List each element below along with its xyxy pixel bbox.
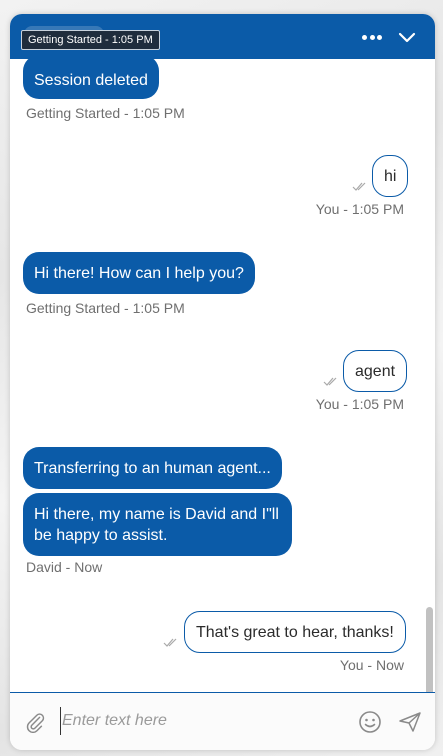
message-meta: Getting Started - 1:05 PM <box>26 105 185 121</box>
message-input[interactable] <box>60 707 350 735</box>
agent-message: Transferring to an human agent... <box>23 447 282 489</box>
message-meta: You - 1:05 PM <box>315 201 404 217</box>
message-meta: You - 1:05 PM <box>315 396 404 412</box>
read-receipt-icon <box>163 638 177 647</box>
message-list[interactable]: Session deleted Getting Started - 1:05 P… <box>10 59 435 692</box>
agent-message: Hi there! How can I help you? <box>23 252 255 294</box>
agent-message: Session deleted <box>23 59 159 99</box>
chat-widget: Getting Started - 1:05 PM Session delete… <box>10 14 435 750</box>
more-options-icon[interactable] <box>359 28 385 46</box>
smiley-icon[interactable] <box>358 710 382 734</box>
message-meta: You - Now <box>339 657 404 673</box>
message-meta: David - Now <box>26 559 103 575</box>
tooltip: Getting Started - 1:05 PM <box>21 30 160 50</box>
message-composer <box>10 692 435 750</box>
user-message: agent <box>343 350 408 392</box>
send-icon[interactable] <box>398 710 422 734</box>
read-receipt-icon <box>352 182 366 191</box>
scrollbar[interactable] <box>426 607 433 692</box>
read-receipt-icon <box>323 377 337 386</box>
chevron-down-icon[interactable] <box>396 26 418 48</box>
message-meta: Getting Started - 1:05 PM <box>26 300 185 316</box>
user-message: hi <box>372 155 409 197</box>
agent-message: Hi there, my name is David and I"ll be h… <box>23 493 292 556</box>
user-message: That's great to hear, thanks! <box>184 611 406 653</box>
chat-header: Getting Started - 1:05 PM <box>10 14 435 59</box>
paperclip-icon[interactable] <box>24 711 46 733</box>
